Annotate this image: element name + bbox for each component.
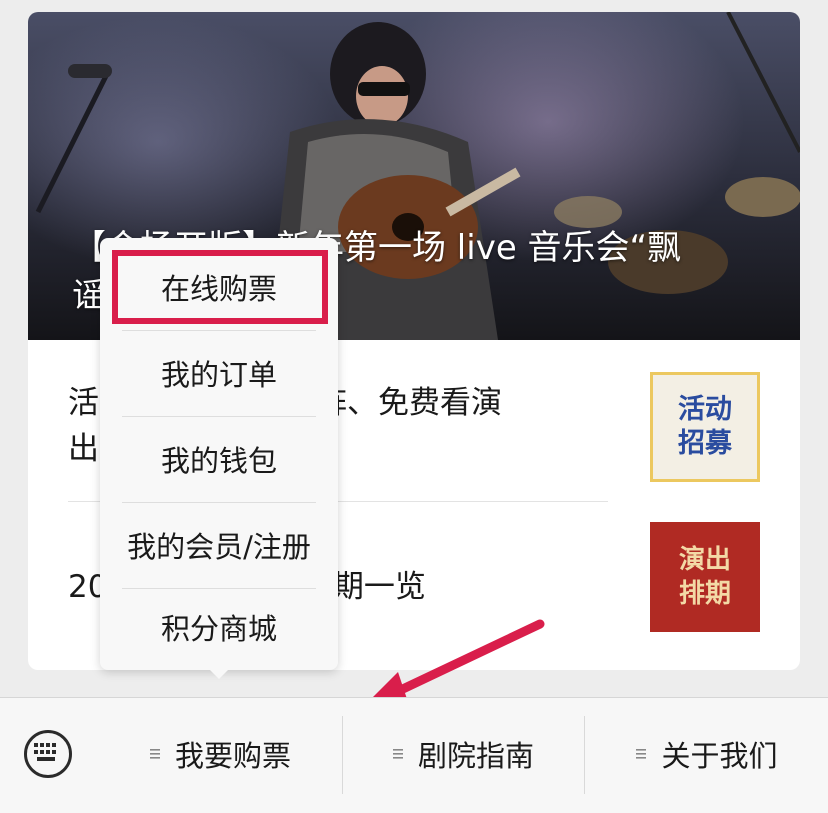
- menu-item-my-orders[interactable]: 我的订单: [100, 330, 338, 416]
- tab-about-us[interactable]: 关于我们: [585, 698, 828, 810]
- keyboard-icon[interactable]: [24, 730, 72, 778]
- thumb-1-text-a: 活动: [678, 394, 732, 425]
- thumb-2-text-a: 演出: [678, 545, 731, 575]
- bottom-menu-bar: 我要购票 剧院指南 关于我们: [0, 697, 828, 813]
- menu-lines-icon: [149, 749, 160, 759]
- highlight-online-ticket: [112, 250, 328, 324]
- menu-lines-icon: [392, 749, 403, 759]
- menu-item-membership[interactable]: 我的会员/注册: [100, 502, 338, 588]
- tab-buy-ticket[interactable]: 我要购票: [100, 698, 340, 810]
- article-2-thumbnail[interactable]: 演出 排期: [650, 522, 760, 632]
- tab-theater-guide[interactable]: 剧院指南: [343, 698, 583, 810]
- menu-item-my-wallet[interactable]: 我的钱包: [100, 416, 338, 502]
- tab-theater-guide-label: 剧院指南: [417, 739, 534, 773]
- tab-buy-ticket-label: 我要购票: [174, 739, 291, 773]
- tab-about-us-label: 关于我们: [661, 739, 778, 773]
- article-1-thumbnail[interactable]: 活动 招募: [650, 372, 760, 482]
- menu-item-points-mall[interactable]: 积分商城: [100, 584, 338, 670]
- thumb-2-text-b: 排期: [678, 579, 731, 609]
- thumb-1-text-b: 招募: [678, 428, 732, 459]
- menu-lines-icon: [636, 749, 647, 759]
